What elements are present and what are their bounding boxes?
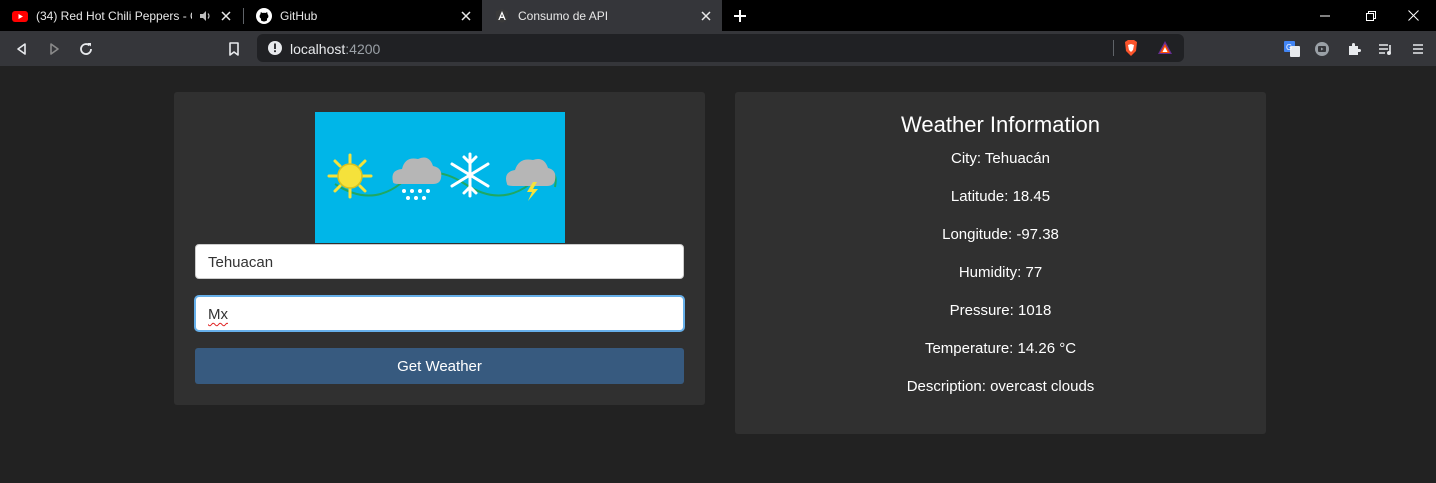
url-host: localhost: [290, 41, 346, 57]
media-controls-icon[interactable]: [1376, 39, 1396, 59]
back-icon[interactable]: [12, 39, 32, 59]
weather-info-card: Weather Information City: Tehuacán Latit…: [735, 92, 1266, 434]
close-icon[interactable]: [458, 8, 474, 24]
brave-shields-icon[interactable]: [1123, 39, 1139, 57]
url-text[interactable]: localhost:4200: [290, 41, 380, 57]
menu-icon[interactable]: [1408, 39, 1428, 59]
tab-github[interactable]: GitHub: [244, 0, 482, 31]
city-input[interactable]: Tehuacan: [195, 244, 684, 279]
tab-title: GitHub: [280, 8, 318, 23]
github-icon: [256, 7, 272, 24]
reload-icon[interactable]: [76, 39, 96, 59]
window-close-icon[interactable]: [1390, 0, 1436, 31]
close-icon[interactable]: [218, 8, 234, 24]
country-input-value: Mx: [208, 306, 228, 323]
get-weather-button[interactable]: Get Weather: [195, 348, 684, 384]
tab-title: (34) Red Hot Chili Peppers - O: [36, 8, 192, 23]
latitude-line: Latitude: 18.45: [950, 188, 1051, 205]
tab-youtube[interactable]: (34) Red Hot Chili Peppers - O: [0, 0, 242, 31]
browser-toolbar: localhost:4200 G: [0, 31, 1436, 66]
tab-consumo-de-api[interactable]: Consumo de API: [482, 0, 722, 31]
omnibox-divider: [1113, 40, 1114, 56]
weather-info-title: Weather Information: [901, 112, 1100, 137]
snowflake-icon: [450, 152, 490, 198]
translate-icon[interactable]: G: [1282, 39, 1302, 59]
description-line: Description: overcast clouds: [906, 378, 1095, 395]
bookmark-icon[interactable]: [224, 39, 244, 59]
forward-icon[interactable]: [44, 39, 64, 59]
angular-icon: [495, 8, 509, 23]
weather-form-card: Tehuacan Mx Get Weather: [174, 92, 705, 405]
city-input-value: Tehuacan: [208, 254, 274, 271]
address-bar[interactable]: localhost:4200: [257, 34, 1184, 62]
weather-banner-image: [315, 112, 565, 243]
brave-rewards-icon[interactable]: [1157, 40, 1173, 56]
pressure-line: Pressure: 1018: [949, 302, 1052, 319]
sun-icon: [327, 153, 373, 199]
new-tab-icon[interactable]: [731, 7, 749, 25]
page-content: Tehuacan Mx Get Weather Weather Informat…: [0, 66, 1436, 483]
city-line: City: Tehuacán: [951, 150, 1050, 167]
svg-text:G: G: [1286, 43, 1292, 52]
country-input[interactable]: Mx: [195, 296, 684, 331]
media-router-icon[interactable]: [1312, 39, 1332, 59]
url-port: :4200: [345, 41, 381, 57]
humidity-line: Humidity: 77: [958, 264, 1043, 281]
restore-icon[interactable]: [1348, 0, 1394, 31]
rain-cloud-icon: [392, 157, 442, 200]
extensions-icon[interactable]: [1344, 39, 1364, 59]
temperature-line: Temperature: 14.26 °C: [924, 340, 1077, 357]
minimize-icon[interactable]: [1302, 0, 1348, 31]
youtube-icon: [12, 10, 28, 22]
close-icon[interactable]: [698, 8, 714, 24]
get-weather-label: Get Weather: [397, 357, 482, 375]
longitude-line: Longitude: -97.38: [942, 226, 1059, 243]
tab-strip: (34) Red Hot Chili Peppers - O GitHub Co…: [0, 0, 1436, 31]
site-info-icon[interactable]: [267, 40, 283, 56]
storm-cloud-icon: [506, 159, 556, 201]
speaker-icon[interactable]: [198, 9, 212, 23]
tab-title: Consumo de API: [518, 8, 609, 23]
